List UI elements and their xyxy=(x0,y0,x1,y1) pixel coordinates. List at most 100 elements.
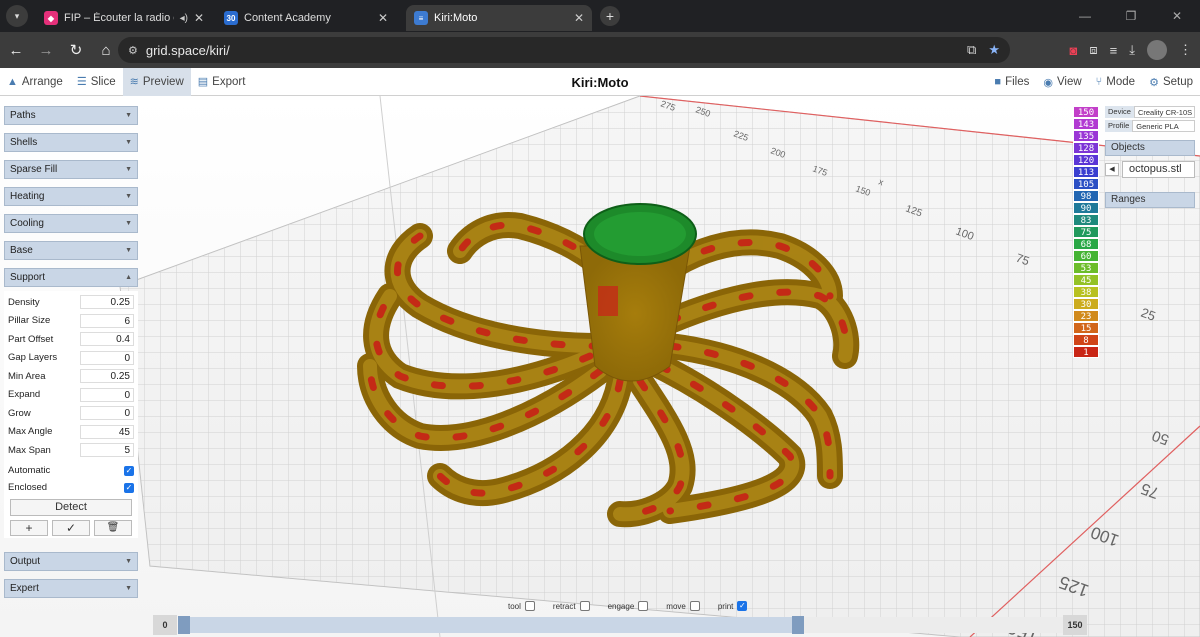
browser-tab-fip[interactable]: ◆ FIP – Écouter la radio en di ◂) ✕ xyxy=(36,5,212,31)
max-angle-input[interactable]: 45 xyxy=(80,424,134,439)
retract-checkbox[interactable] xyxy=(579,601,590,611)
restore-icon[interactable]: ❐ xyxy=(1108,9,1154,23)
toggle-label: retract xyxy=(552,601,576,611)
browser-tab-kiri[interactable]: ≡ Kiri:Moto ✕ xyxy=(406,5,592,31)
media-icon[interactable]: ≡ xyxy=(1110,43,1118,58)
section-shells[interactable]: Shells ▼ xyxy=(4,133,138,152)
part-offset-input[interactable]: 0.4 xyxy=(80,332,134,347)
print-toggle[interactable]: print ✓ xyxy=(718,601,748,611)
pocket-icon[interactable]: ◙ xyxy=(1070,43,1078,58)
tool-checkbox[interactable] xyxy=(524,601,535,611)
max-span-input[interactable]: 5 xyxy=(80,443,134,458)
slider-track[interactable] xyxy=(178,616,1063,634)
tool-toggle[interactable]: tool xyxy=(508,601,535,611)
slider-handle-max[interactable] xyxy=(791,616,804,634)
automatic-checkbox[interactable]: ✓ xyxy=(124,465,134,476)
support-part-offset-row: Part Offset 0.4 xyxy=(4,330,138,349)
section-base[interactable]: Base ▼ xyxy=(4,241,138,260)
support-min-area-row: Min Area 0.25 xyxy=(4,367,138,386)
toggle-label: engage xyxy=(607,601,635,611)
enclosed-checkbox[interactable]: ✓ xyxy=(124,482,134,493)
automatic-row: Automatic ✓ xyxy=(4,462,138,481)
forward-icon[interactable]: → xyxy=(32,42,60,59)
support-max-angle-row: Max Angle 45 xyxy=(4,423,138,442)
add-support-button[interactable]: + xyxy=(10,520,48,536)
retract-toggle[interactable]: retract xyxy=(553,601,590,611)
accept-support-button[interactable]: ✓ xyxy=(52,520,90,536)
ranges-section[interactable]: Ranges xyxy=(1105,192,1195,208)
home-icon[interactable]: ⌂ xyxy=(92,42,120,59)
enclosed-row: Enclosed ✓ xyxy=(4,480,138,495)
mode-button[interactable]: ⑂ Mode xyxy=(1089,68,1142,96)
field-label: Pillar Size xyxy=(8,315,51,327)
files-button[interactable]: ■ Files xyxy=(987,68,1036,96)
pillar-size-input[interactable]: 6 xyxy=(80,313,134,328)
device-row[interactable]: Device Creality CR-10S xyxy=(1105,106,1195,118)
section-output[interactable]: Output ▼ xyxy=(4,552,138,571)
support-settings: Density 0.25 Pillar Size 6 Part Offset 0.4 … xyxy=(4,291,138,538)
check-label: Enclosed xyxy=(8,482,48,493)
export-button[interactable]: ▤ Export xyxy=(191,68,253,96)
profile-avatar[interactable] xyxy=(1147,40,1167,60)
section-sparse-fill[interactable]: Sparse Fill ▼ xyxy=(4,160,138,179)
section-heating[interactable]: Heating ▼ xyxy=(4,187,138,206)
toggle-label: print xyxy=(717,601,734,611)
print-checkbox[interactable]: ✓ xyxy=(737,601,748,611)
download-icon[interactable]: ⤓ xyxy=(1129,42,1135,58)
reload-icon[interactable]: ↻ xyxy=(62,41,90,59)
build-plate-svg: 275 250 225 200 175 150 x 125 100 75 25 … xyxy=(119,96,1200,637)
engage-toggle[interactable]: engage xyxy=(608,601,649,611)
setup-button[interactable]: ⚙ Setup xyxy=(1142,68,1200,96)
3d-viewport[interactable]: 275 250 225 200 175 150 x 125 100 75 25 … xyxy=(0,96,1200,637)
detect-button[interactable]: Detect xyxy=(10,499,132,516)
density-input[interactable]: 0.25 xyxy=(80,295,134,310)
object-item[interactable]: ◀ octopus.stl xyxy=(1105,161,1195,178)
left-settings-panel: Paths ▼ Shells ▼ Sparse Fill ▼ Heating ▼ Coo… xyxy=(4,106,138,606)
support-pillar-size-row: Pillar Size 6 xyxy=(4,312,138,331)
browser-tab-content-academy[interactable]: 30 Content Academy ✕ xyxy=(216,5,396,31)
extensions-icon[interactable]: ⧈ xyxy=(1089,42,1097,58)
play-icon[interactable]: ◀ xyxy=(1105,163,1119,176)
section-cooling[interactable]: Cooling ▼ xyxy=(4,214,138,233)
expand-input[interactable]: 0 xyxy=(80,387,134,402)
install-app-icon[interactable]: ⧉ xyxy=(967,42,976,58)
close-tab-icon[interactable]: ✕ xyxy=(378,11,388,25)
back-icon[interactable]: ← xyxy=(2,42,30,59)
slider-handle-min[interactable] xyxy=(178,616,190,634)
tab-search-icon[interactable]: ▾ xyxy=(6,5,28,27)
profile-row[interactable]: Profile Generic PLA xyxy=(1105,120,1195,132)
move-toggle[interactable]: move xyxy=(666,601,700,611)
close-window-icon[interactable]: ✕ xyxy=(1154,9,1200,23)
speaker-icon: ◂) xyxy=(179,12,188,24)
section-support[interactable]: Support ▲ xyxy=(4,268,138,287)
site-info-icon[interactable]: ⚙ xyxy=(128,44,138,57)
close-tab-icon[interactable]: ✕ xyxy=(574,11,584,25)
gap-layers-input[interactable]: 0 xyxy=(80,350,134,365)
section-paths[interactable]: Paths ▼ xyxy=(4,106,138,125)
move-checkbox[interactable] xyxy=(689,601,700,611)
layer-legend-item: 113 xyxy=(1073,166,1099,178)
plus-icon: + xyxy=(25,521,33,535)
objects-section[interactable]: Objects xyxy=(1105,140,1195,156)
grow-input[interactable]: 0 xyxy=(80,406,134,421)
min-area-input[interactable]: 0.25 xyxy=(80,369,134,384)
engage-checkbox[interactable] xyxy=(638,601,649,611)
section-expert[interactable]: Expert ▼ xyxy=(4,579,138,598)
delete-support-button[interactable]: 🗑 xyxy=(94,520,132,536)
preview-button[interactable]: ≋ Preview xyxy=(122,67,191,96)
minimize-icon[interactable]: — xyxy=(1062,9,1108,23)
close-tab-icon[interactable]: ✕ xyxy=(194,11,204,25)
view-button[interactable]: ◉ View xyxy=(1036,68,1088,96)
slice-button[interactable]: ☰ Slice xyxy=(70,68,123,96)
menu-icon[interactable]: ⋮ xyxy=(1179,42,1192,58)
arrange-button[interactable]: ▲ Arrange xyxy=(0,68,70,96)
layer-legend: 150 143 135 128 120 113 105 98 90 83 75 68 60 53 45 38 3… xyxy=(1073,106,1099,358)
layer-legend-item: 23 xyxy=(1073,310,1099,322)
chevron-down-icon: ▼ xyxy=(125,220,132,227)
bookmark-star-icon[interactable]: ★ xyxy=(988,42,1000,58)
url-field[interactable]: ⚙ grid.space/kiri/ ⧉ ★ xyxy=(118,37,1010,63)
chevron-down-icon: ▼ xyxy=(125,139,132,146)
new-tab-button[interactable]: + xyxy=(600,6,620,26)
layer-legend-item: 38 xyxy=(1073,286,1099,298)
field-label: Density xyxy=(8,296,40,308)
